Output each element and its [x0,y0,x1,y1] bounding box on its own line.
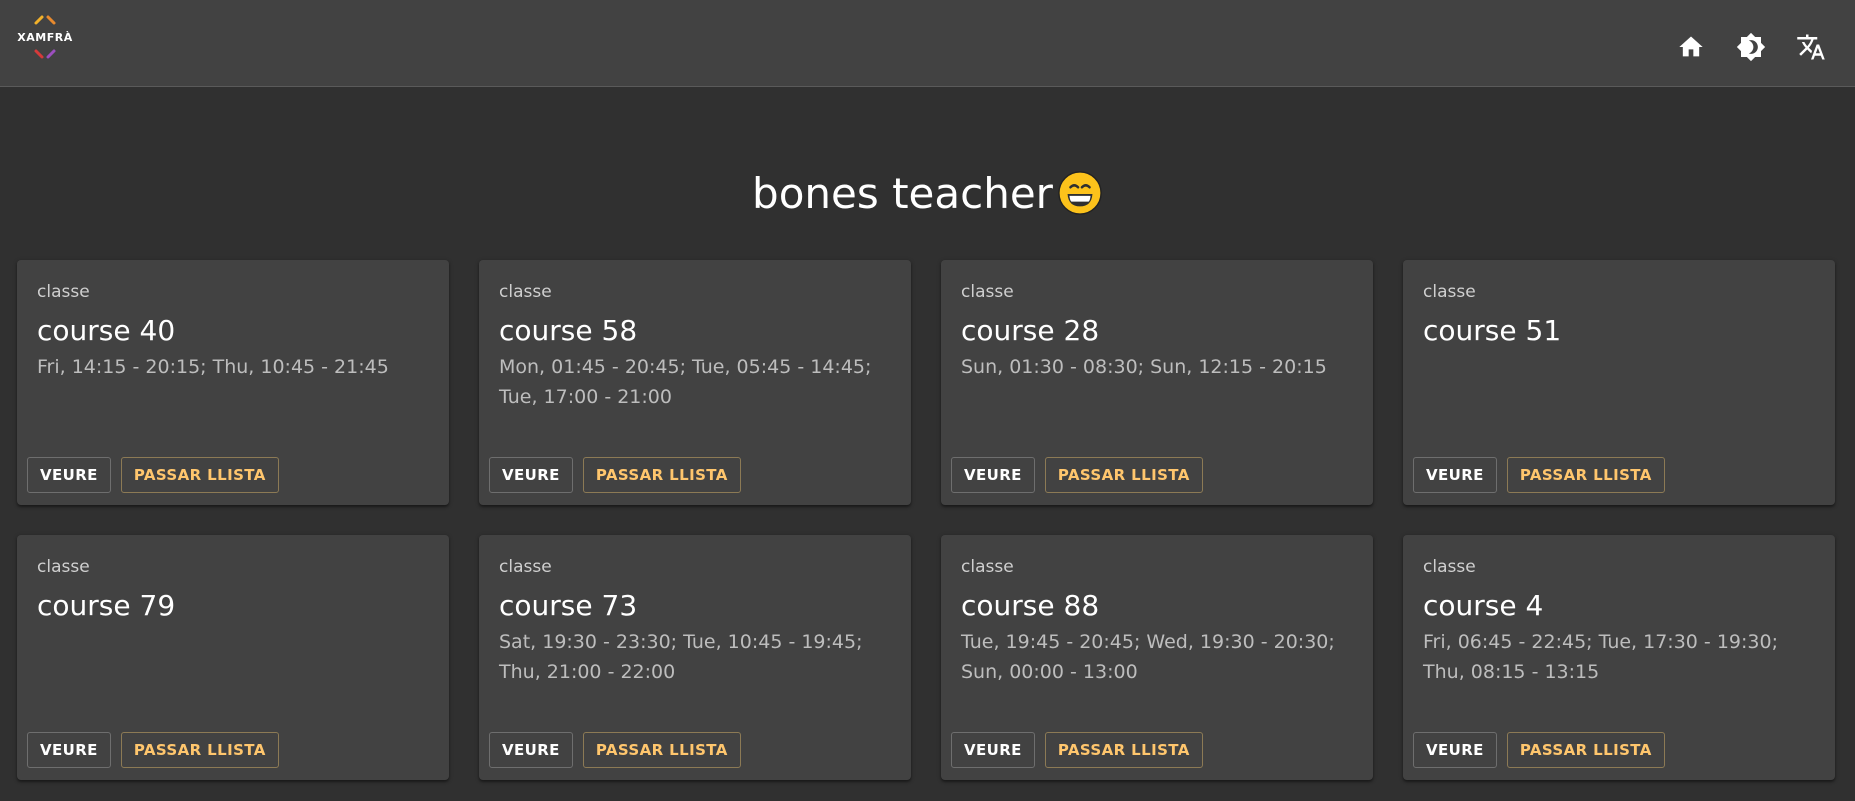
card-schedule: Fri, 06:45 - 22:45; Tue, 17:30 - 19:30; … [1423,631,1778,683]
card-title: course 28 [961,314,1100,347]
view-button[interactable]: VEURE [1413,732,1497,768]
class-card: classe course 51 VEURE PASSAR LLISTA [1403,260,1835,505]
card-schedule: Mon, 01:45 - 20:45; Tue, 05:45 - 14:45; … [499,356,872,408]
view-button[interactable]: VEURE [951,732,1035,768]
take-attendance-button[interactable]: PASSAR LLISTA [120,457,279,493]
card-overline: classe [1423,557,1476,577]
card-actions: VEURE PASSAR LLISTA [951,457,1203,493]
toolbar-actions [1661,27,1841,67]
take-attendance-button[interactable]: PASSAR LLISTA [1506,732,1665,768]
card-title: course 79 [37,589,176,622]
card-overline: classe [37,282,90,302]
grinning-face-emoji-icon [1058,170,1102,215]
translate-icon [1797,34,1825,60]
card-actions: VEURE PASSAR LLISTA [27,457,279,493]
card-actions: VEURE PASSAR LLISTA [1413,732,1665,768]
card-actions: VEURE PASSAR LLISTA [951,732,1203,768]
view-button[interactable]: VEURE [27,457,111,493]
view-button[interactable]: VEURE [1413,457,1497,493]
class-card-grid: classe course 40 Fri, 14:15 - 20:15; Thu… [17,260,1836,780]
brightness-icon [1736,32,1766,62]
take-attendance-button[interactable]: PASSAR LLISTA [1044,457,1203,493]
take-attendance-button[interactable]: PASSAR LLISTA [582,457,741,493]
card-schedule: Sat, 19:30 - 23:30; Tue, 10:45 - 19:45; … [499,631,863,683]
card-schedule: Tue, 19:45 - 20:45; Wed, 19:30 - 20:30; … [961,631,1335,683]
card-overline: classe [499,557,552,577]
card-overline: classe [961,282,1014,302]
card-title: course 73 [499,589,638,622]
theme-toggle-button[interactable] [1721,27,1781,67]
take-attendance-button[interactable]: PASSAR LLISTA [1506,457,1665,493]
language-button[interactable] [1781,27,1841,67]
take-attendance-button[interactable]: PASSAR LLISTA [582,732,741,768]
card-title: course 88 [961,589,1100,622]
class-card: classe course 40 Fri, 14:15 - 20:15; Thu… [17,260,449,505]
card-actions: VEURE PASSAR LLISTA [1413,457,1665,493]
card-schedule: Sun, 01:30 - 08:30; Sun, 12:15 - 20:15 [961,356,1327,378]
view-button[interactable]: VEURE [489,457,573,493]
class-card: classe course 88 Tue, 19:45 - 20:45; Wed… [941,535,1373,780]
card-overline: classe [961,557,1014,577]
card-title: course 4 [1423,589,1544,622]
class-card: classe course 79 VEURE PASSAR LLISTA [17,535,449,780]
card-title: course 58 [499,314,638,347]
view-button[interactable]: VEURE [951,457,1035,493]
page-title: bones teacher [0,165,1855,223]
card-actions: VEURE PASSAR LLISTA [27,732,279,768]
class-card: classe course 28 Sun, 01:30 - 08:30; Sun… [941,260,1373,505]
page-title-text: bones teacher [752,169,1053,218]
take-attendance-button[interactable]: PASSAR LLISTA [120,732,279,768]
top-app-bar: XAMFRÀ [0,0,1855,87]
card-title: course 40 [37,314,176,347]
class-card: classe course 73 Sat, 19:30 - 23:30; Tue… [479,535,911,780]
card-title: course 51 [1423,314,1562,347]
home-button[interactable] [1661,27,1721,67]
card-overline: classe [1423,282,1476,302]
class-card: classe course 58 Mon, 01:45 - 20:45; Tue… [479,260,911,505]
view-button[interactable]: VEURE [489,732,573,768]
take-attendance-button[interactable]: PASSAR LLISTA [1044,732,1203,768]
card-actions: VEURE PASSAR LLISTA [489,457,741,493]
card-overline: classe [499,282,552,302]
card-actions: VEURE PASSAR LLISTA [489,732,741,768]
xamfra-logo[interactable]: XAMFRÀ [14,14,76,64]
view-button[interactable]: VEURE [27,732,111,768]
class-card: classe course 4 Fri, 06:45 - 22:45; Tue,… [1403,535,1835,780]
home-icon [1679,36,1703,57]
card-schedule: Fri, 14:15 - 20:15; Thu, 10:45 - 21:45 [37,356,389,378]
logo-text: XAMFRÀ [17,31,73,44]
card-overline: classe [37,557,90,577]
